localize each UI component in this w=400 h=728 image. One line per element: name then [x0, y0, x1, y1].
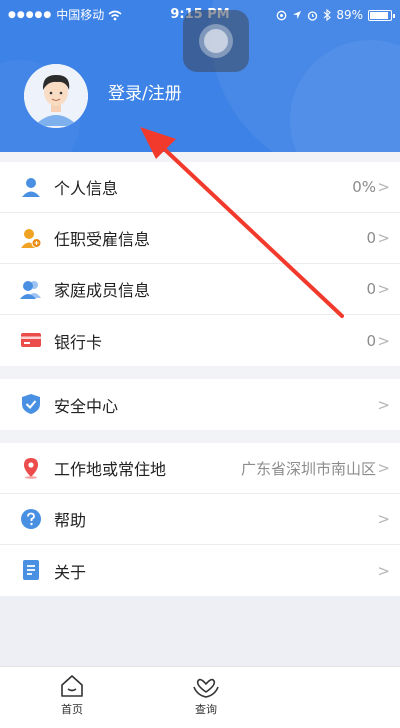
tab-label: 首页 — [61, 703, 83, 716]
shield-icon — [22, 394, 40, 414]
list-item-bank-card[interactable]: 银行卡 0 > — [0, 315, 400, 366]
user-avatar-icon — [24, 64, 88, 128]
bank-card-icon — [21, 333, 41, 347]
assistive-touch-button[interactable] — [183, 10, 249, 72]
about-icon — [23, 560, 39, 580]
list-item-value: 0% — [352, 178, 376, 196]
chevron-right-icon: > — [377, 178, 390, 196]
list-item-value: 0 — [366, 229, 376, 247]
list-item-security-center[interactable]: 安全中心 > — [0, 379, 400, 430]
chevron-right-icon: > — [377, 510, 390, 528]
person-icon — [22, 178, 40, 197]
tab-query[interactable]: 查询 — [176, 673, 236, 717]
list-item-family-info[interactable]: 家庭成员信息 0 > — [0, 264, 400, 315]
employment-icon — [21, 229, 42, 248]
login-register-link[interactable]: 登录/注册 — [108, 82, 182, 106]
list-item-label: 任职受雇信息 — [54, 230, 151, 249]
list-item-label: 工作地或常住地 — [54, 460, 167, 479]
help-icon — [21, 509, 41, 529]
list-item-label: 家庭成员信息 — [54, 281, 151, 300]
list-item-work-residence[interactable]: 工作地或常住地 广东省深圳市南山区 > — [0, 443, 400, 494]
location-pin-icon — [24, 458, 38, 479]
section-gap — [0, 152, 400, 162]
tab-bar: 首页 查询 — [0, 666, 400, 728]
list-item-value: 0 — [366, 331, 376, 350]
home-icon — [61, 675, 83, 697]
tab-label: 查询 — [195, 703, 217, 716]
section-gap — [0, 366, 400, 379]
battery-percent: 89% — [336, 8, 363, 22]
screen-lock-icon — [276, 10, 287, 20]
chevron-right-icon: > — [377, 395, 390, 414]
list-item-personal-info[interactable]: 个人信息 0% > — [0, 162, 400, 213]
alarm-icon — [308, 10, 318, 21]
chevron-right-icon: > — [377, 561, 390, 580]
chevron-right-icon: > — [377, 459, 390, 477]
list-item-label: 银行卡 — [54, 332, 103, 352]
list-item-label: 安全中心 — [54, 396, 119, 416]
list-item-label: 关于 — [54, 562, 87, 582]
bluetooth-icon — [323, 9, 332, 21]
location-icon — [293, 11, 302, 19]
chevron-right-icon: > — [377, 229, 390, 247]
list-item-about[interactable]: 关于 > — [0, 545, 400, 596]
family-icon — [20, 281, 41, 299]
security-section: 安全中心 > — [0, 379, 400, 430]
avatar[interactable] — [24, 64, 88, 128]
list-item-employment-info[interactable]: 任职受雇信息 0 > — [0, 213, 400, 264]
list-item-label: 帮助 — [54, 511, 87, 530]
list-item-value: 广东省深圳市南山区 — [240, 459, 376, 478]
section-gap — [0, 430, 400, 443]
heart-hands-icon — [193, 678, 219, 698]
list-item-help[interactable]: 帮助 > — [0, 494, 400, 545]
tab-home[interactable]: 首页 — [42, 673, 102, 717]
battery-icon — [368, 9, 395, 21]
chevron-right-icon: > — [377, 331, 390, 350]
list-item-label: 个人信息 — [54, 179, 119, 198]
misc-section: 工作地或常住地 广东省深圳市南山区 > 帮助 > 关于 > — [0, 443, 400, 596]
info-section: 个人信息 0% > 任职受雇信息 0 > 家庭成员信息 0 > 银行卡 0 > — [0, 162, 400, 366]
profile-header: ●●●●● 中国移动 9:15 PM 89% — [0, 0, 400, 152]
empty-area — [0, 596, 400, 666]
list-item-value: 0 — [366, 280, 376, 298]
chevron-right-icon: > — [377, 280, 390, 298]
